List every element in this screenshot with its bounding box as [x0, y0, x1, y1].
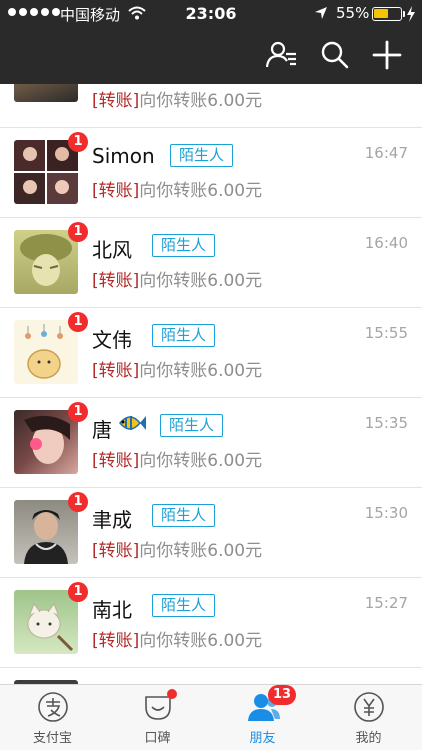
- message-preview: [转账]向你转账6.00元: [92, 266, 262, 291]
- unread-badge: 1: [68, 222, 88, 242]
- message-text: 向你转账6.00元: [139, 361, 263, 381]
- location-icon: [315, 7, 327, 19]
- tab-label: 口碑: [144, 731, 171, 746]
- list-item[interactable]: 1 聿成 陌生人 15:30 [转账]向你转账6.00元: [0, 488, 422, 578]
- message-text: 向你转账6.00元: [139, 451, 263, 471]
- message-time: 16:40: [364, 234, 408, 252]
- transfer-keyword: [转账]: [92, 271, 140, 291]
- message-time: 15:35: [364, 414, 408, 432]
- avatar-image: [24, 415, 70, 464]
- list-item[interactable]: 1 南北 陌生人 15:27 [转账]向你转账6.00元: [0, 578, 422, 668]
- transfer-keyword: [转账]: [92, 541, 140, 561]
- avatar: [14, 320, 78, 384]
- avatar: [14, 140, 78, 204]
- avatar: [14, 84, 78, 102]
- unread-badge: 1: [68, 402, 88, 422]
- avatar: [14, 590, 78, 654]
- tab-mine[interactable]: 我的: [316, 685, 421, 750]
- stranger-tag: 陌生人: [152, 324, 216, 347]
- contact-name: 文伟: [92, 328, 132, 352]
- contact-name: 南北: [92, 598, 132, 622]
- message-preview: [转账]向你转账6.00元: [92, 86, 262, 111]
- unread-badge: 1: [68, 582, 88, 602]
- avatar-image: [27, 602, 74, 652]
- list-item[interactable]: 1 Simon 陌生人 16:47 [转账]向你转账6.00元: [0, 128, 422, 218]
- message-preview: [转账]向你转账6.00元: [92, 626, 262, 651]
- message-time: 15:55: [364, 324, 408, 342]
- stranger-tag: 陌生人: [152, 504, 216, 527]
- contact-name: Simon: [92, 144, 155, 168]
- transfer-keyword: [转账]: [92, 181, 140, 201]
- list-item[interactable]: 1 北风 陌生人 16:40 [转账]向你转账6.00元: [0, 218, 422, 308]
- battery-percent: 55%: [336, 4, 370, 22]
- unread-badge: 1: [68, 492, 88, 512]
- search-icon[interactable]: [320, 40, 350, 70]
- list-item[interactable]: [转账]向你转账6.00元: [0, 84, 422, 128]
- charging-icon: [407, 6, 415, 22]
- tab-label: 朋友: [249, 731, 276, 746]
- avatar-image: [20, 234, 72, 286]
- stranger-tag: 陌生人: [170, 144, 234, 167]
- message-time: 15:27: [364, 594, 408, 612]
- new-dot: [167, 689, 177, 699]
- tab-alipay[interactable]: 支付宝: [0, 685, 105, 750]
- battery-tip: [403, 11, 405, 17]
- tab-label: 支付宝: [32, 731, 72, 746]
- list-item[interactable]: 1 文伟 陌生人 15:55 [转账]向你转账6.00元: [0, 308, 422, 398]
- unread-badge: 1: [68, 312, 88, 332]
- message-text: 向你转账6.00元: [139, 91, 263, 111]
- transfer-keyword: [转账]: [92, 91, 140, 111]
- tab-koubei[interactable]: 口碑: [105, 685, 210, 750]
- message-preview: [转账]向你转账6.00元: [92, 446, 262, 471]
- transfer-keyword: [转账]: [92, 451, 140, 471]
- message-time: 15:30: [364, 504, 408, 522]
- list-item[interactable]: 1 唐 陌生人 15:35 [转账]向你转账6.00元: [0, 398, 422, 488]
- tab-bar: 支付宝 口碑 13 朋友 我的: [0, 684, 422, 750]
- stranger-tag: 陌生人: [152, 594, 216, 617]
- transfer-keyword: [转账]: [92, 361, 140, 381]
- avatar-image: [14, 140, 78, 204]
- message-preview: [转账]向你转账6.00元: [92, 356, 262, 381]
- stranger-tag: 陌生人: [160, 414, 224, 437]
- unread-badge: 1: [68, 132, 88, 152]
- wallet-icon: [354, 692, 384, 722]
- message-time: 16:47: [364, 144, 408, 162]
- contact-name: 聿成: [92, 508, 132, 532]
- message-text: 向你转账6.00元: [139, 271, 263, 291]
- transfer-keyword: [转账]: [92, 631, 140, 651]
- fish-emoji-icon: [119, 416, 146, 430]
- tab-label: 我的: [355, 731, 382, 746]
- tab-friends[interactable]: 13 朋友: [210, 685, 315, 750]
- plus-icon[interactable]: [372, 40, 402, 70]
- battery-icon: [372, 7, 402, 21]
- contact-name: 唐: [92, 418, 112, 442]
- message-text: 向你转账6.00元: [139, 181, 263, 201]
- unread-count-badge: 13: [268, 685, 297, 705]
- list-item[interactable]: [0, 668, 422, 684]
- status-bar: 中国移动 23:06 55%: [0, 0, 422, 28]
- avatar-image: [24, 510, 68, 564]
- avatar: [14, 500, 78, 564]
- alipay-icon: [38, 692, 68, 722]
- message-list: [转账]向你转账6.00元 1 Simon 陌生人 16:47 [转账]向你转账…: [0, 84, 422, 684]
- stranger-tag: 陌生人: [152, 234, 216, 257]
- message-text: 向你转账6.00元: [139, 631, 263, 651]
- avatar-image: [25, 324, 63, 379]
- avatar: [14, 410, 78, 474]
- top-bar: 中国移动 23:06 55%: [0, 0, 422, 84]
- message-preview: [转账]向你转账6.00元: [92, 176, 262, 201]
- message-text: 向你转账6.00元: [139, 541, 263, 561]
- contact-name: 北风: [92, 238, 132, 262]
- message-preview: [转账]向你转账6.00元: [92, 536, 262, 561]
- avatar: [14, 230, 78, 294]
- contacts-icon[interactable]: [266, 40, 298, 70]
